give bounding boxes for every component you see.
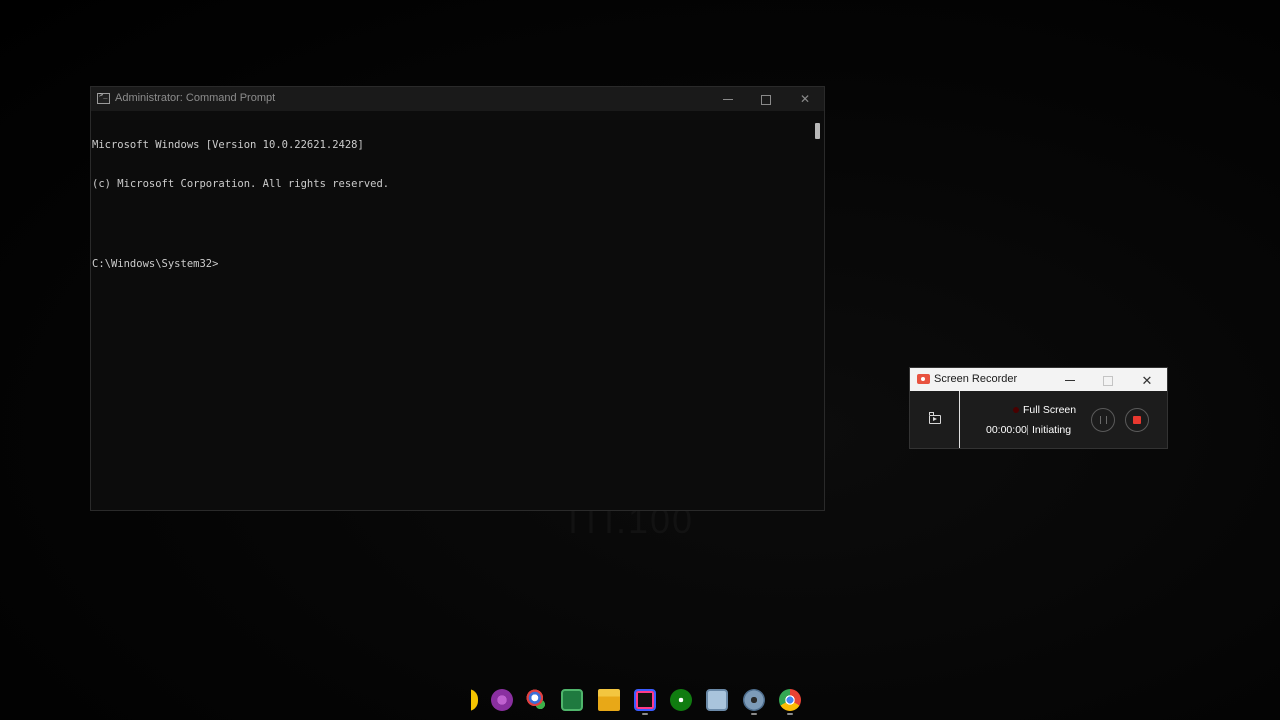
maximize-icon xyxy=(761,94,771,105)
recording-timer: 00:00:00 xyxy=(986,424,1027,436)
chrome-icon[interactable] xyxy=(779,689,801,711)
close-icon: ✕ xyxy=(1141,374,1153,389)
running-indicator xyxy=(751,713,757,715)
spreadsheet-app-icon[interactable] xyxy=(561,689,583,711)
recording-status-dot xyxy=(1013,407,1019,413)
recorder-title-bar[interactable]: Screen Recorder ✕ xyxy=(910,368,1167,391)
command-prompt-window[interactable]: Administrator: Command Prompt ✕ Microsof… xyxy=(90,86,825,511)
stop-icon xyxy=(1133,416,1141,424)
recorder-app-icon xyxy=(917,374,930,384)
status-separator xyxy=(1027,425,1028,435)
paint-app-icon[interactable] xyxy=(526,689,548,711)
recording-state: Initiating xyxy=(1032,424,1072,436)
purple-app-icon[interactable] xyxy=(491,689,513,711)
cmd-title-bar[interactable]: Administrator: Command Prompt ✕ xyxy=(91,87,824,111)
minimize-icon xyxy=(723,99,733,100)
recorder-minimize-button[interactable] xyxy=(1051,368,1089,391)
recorder-close-button[interactable]: ✕ xyxy=(1128,368,1166,391)
folder-video-icon xyxy=(929,412,941,424)
open-recordings-folder-button[interactable] xyxy=(910,391,960,448)
intellij-idea-icon[interactable] xyxy=(634,689,656,711)
maximize-icon xyxy=(1103,375,1113,386)
settings-icon[interactable] xyxy=(743,689,765,711)
console-line: Microsoft Windows [Version 10.0.22621.24… xyxy=(92,138,364,151)
recorder-title: Screen Recorder xyxy=(934,373,1018,385)
close-icon: ✕ xyxy=(799,92,811,106)
pause-icon xyxy=(1100,416,1107,424)
cmd-scrollbar-thumb[interactable] xyxy=(815,123,820,139)
pause-button[interactable] xyxy=(1091,408,1115,432)
cmd-close-button[interactable]: ✕ xyxy=(786,87,824,111)
minimize-icon xyxy=(1065,380,1075,381)
cmd-console-area[interactable]: Microsoft Windows [Version 10.0.22621.24… xyxy=(91,111,811,510)
console-prompt[interactable]: C:\Windows\System32> xyxy=(92,258,811,271)
snipping-tool-icon[interactable] xyxy=(706,689,728,711)
cmd-window-title: Administrator: Command Prompt xyxy=(115,92,276,104)
running-indicator xyxy=(642,713,648,715)
cmd-maximize-button[interactable] xyxy=(747,87,785,111)
xbox-icon[interactable] xyxy=(670,689,692,711)
capture-mode-label: Full Screen xyxy=(1023,404,1077,416)
running-indicator xyxy=(787,713,793,715)
partial-app-icon[interactable] xyxy=(466,689,478,711)
console-line: (c) Microsoft Corporation. All rights re… xyxy=(92,178,390,191)
screen-recorder-window[interactable]: Screen Recorder ✕ Full Screen 00:00:00 I… xyxy=(909,367,1168,449)
stop-button[interactable] xyxy=(1125,408,1149,432)
cmd-minimize-button[interactable] xyxy=(709,87,747,111)
recorder-maximize-button xyxy=(1089,368,1127,391)
file-explorer-icon[interactable] xyxy=(598,689,620,711)
terminal-icon xyxy=(97,91,110,104)
